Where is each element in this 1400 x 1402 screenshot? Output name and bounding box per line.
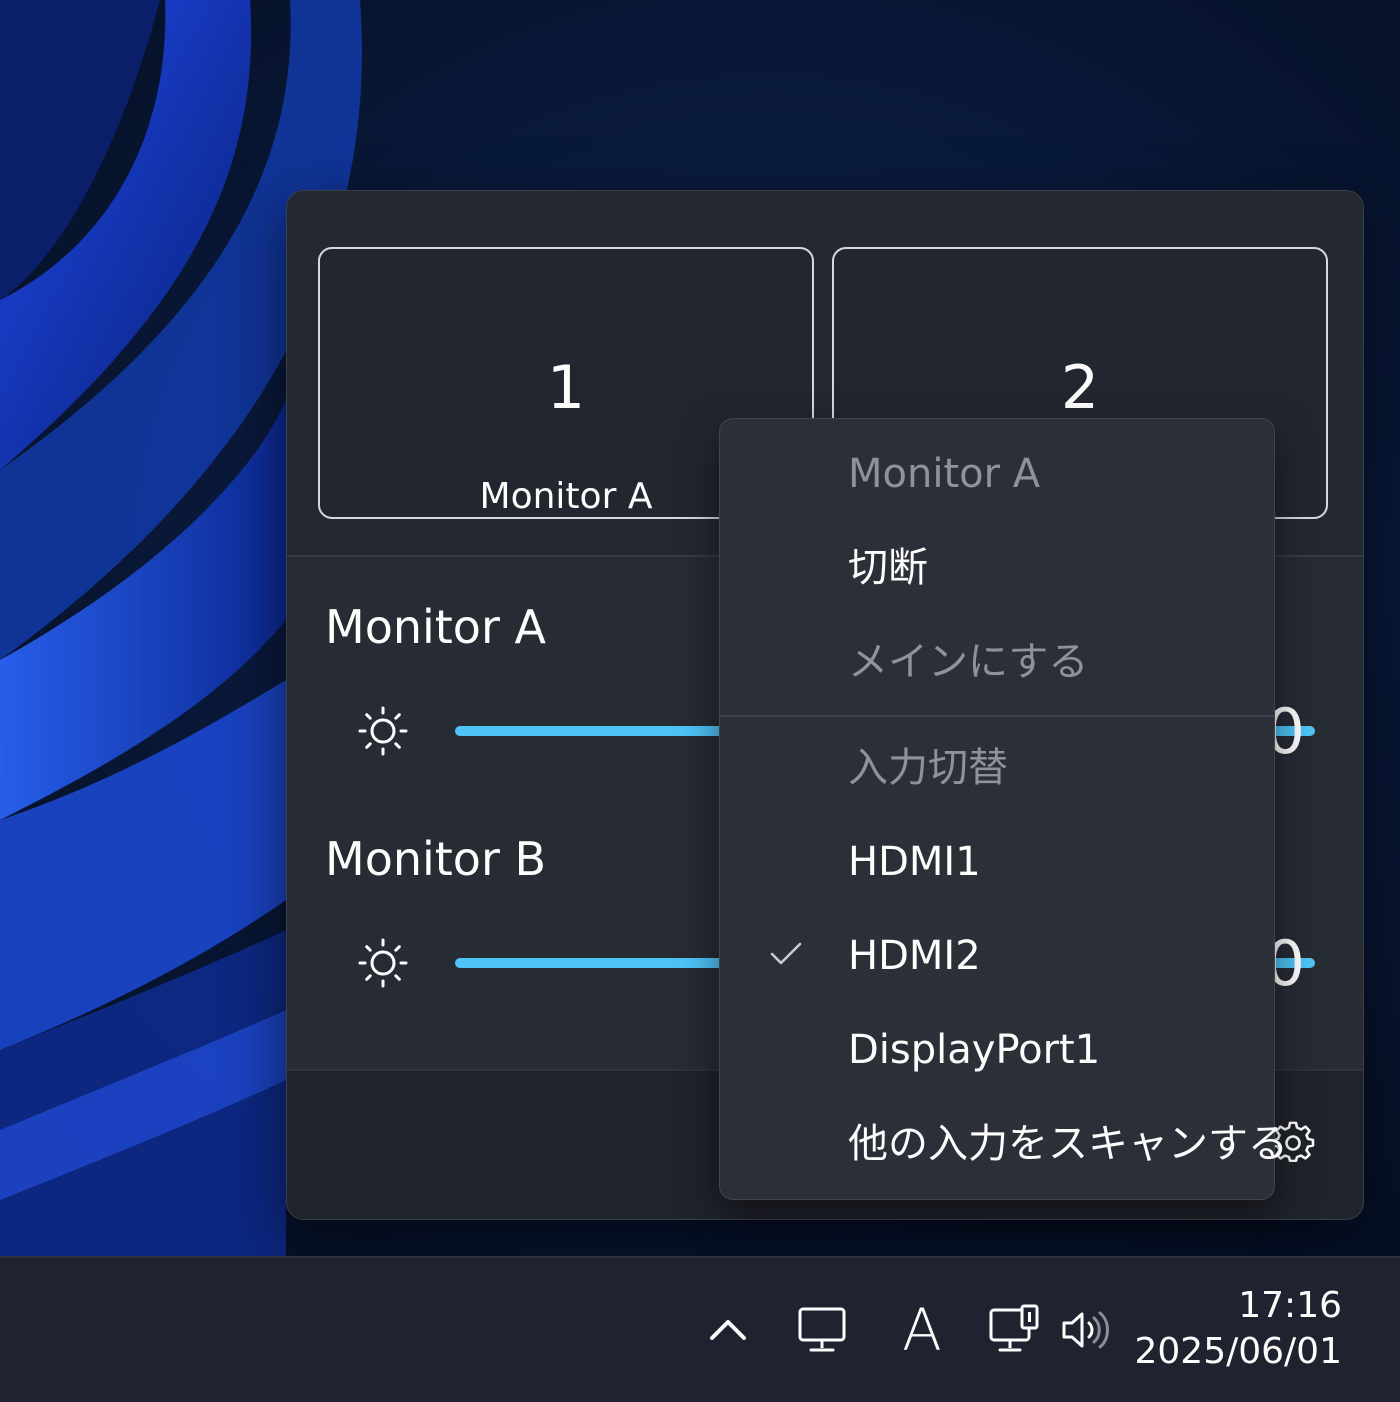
ime-indicator[interactable]: A — [894, 1298, 950, 1362]
menu-header-input: 入力切替 — [720, 721, 1274, 815]
chevron-up-icon[interactable] — [702, 1304, 754, 1356]
monitor-b-title: Monitor B — [325, 832, 547, 886]
menu-item-label: HDMI1 — [848, 839, 981, 885]
clock-time: 17:16 — [1238, 1285, 1342, 1326]
menu-item-scan-inputs[interactable]: 他の入力をスキャンする — [720, 1097, 1288, 1191]
menu-item-label: HDMI2 — [848, 933, 981, 979]
monitor-number: 2 — [1060, 353, 1100, 423]
menu-item-make-main[interactable]: メインにする — [720, 615, 1274, 709]
taskbar: A 17:16 2025/06/01 — [0, 1256, 1400, 1402]
menu-item-label: DisplayPort1 — [848, 1027, 1101, 1073]
menu-separator — [720, 715, 1274, 717]
menu-item-hdmi1[interactable]: HDMI1 — [720, 815, 1274, 909]
monitor-context-menu: Monitor A 切断 メインにする 入力切替 HDMI1 HDMI2 Dis… — [719, 418, 1288, 1200]
monitor-icon[interactable] — [796, 1304, 848, 1356]
network-monitor-icon[interactable] — [988, 1304, 1040, 1356]
taskbar-clock[interactable]: 17:16 2025/06/01 — [1135, 1284, 1343, 1376]
monitor-number: 1 — [546, 353, 586, 423]
menu-header-monitor: Monitor A — [720, 427, 1274, 521]
menu-item-hdmi2[interactable]: HDMI2 — [720, 909, 1274, 1003]
menu-item-displayport1[interactable]: DisplayPort1 — [720, 1003, 1274, 1097]
menu-item-label: メインにする — [848, 639, 1089, 685]
menu-item-label: 他の入力をスキャンする — [848, 1121, 1288, 1167]
menu-item-disconnect[interactable]: 切断 — [720, 521, 1274, 615]
monitor-a-title: Monitor A — [325, 600, 546, 654]
sun-icon — [358, 938, 408, 988]
sun-icon — [358, 706, 408, 756]
menu-header-label: 入力切替 — [848, 745, 1008, 791]
checkmark-icon — [770, 942, 802, 965]
menu-header-label: Monitor A — [848, 451, 1041, 497]
volume-icon[interactable] — [1060, 1304, 1112, 1356]
clock-date: 2025/06/01 — [1134, 1331, 1343, 1372]
menu-item-label: 切断 — [848, 545, 928, 591]
